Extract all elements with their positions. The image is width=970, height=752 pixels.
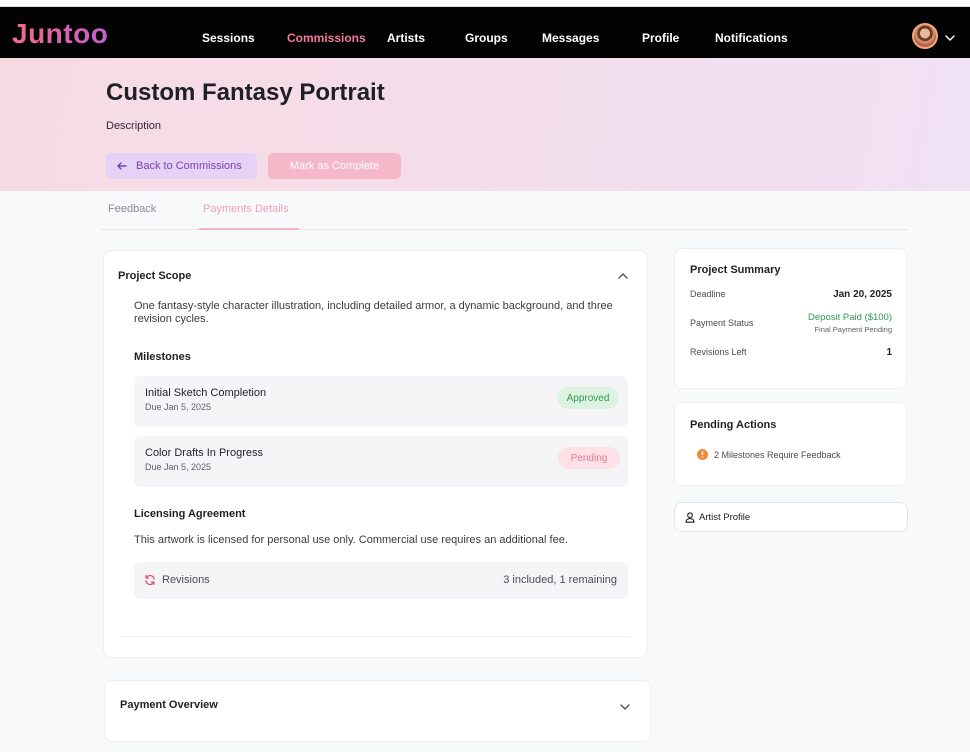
- brand-logo[interactable]: Juntoo: [12, 18, 108, 50]
- licensing-heading: Licensing Agreement: [134, 508, 246, 520]
- divider: [121, 636, 629, 637]
- mark-complete-button[interactable]: Mark as Complete: [268, 153, 401, 179]
- payment-overview-card[interactable]: Payment Overview: [104, 680, 651, 742]
- project-scope-card: Project Scope One fantasy-style characte…: [103, 250, 648, 658]
- pending-actions-card: Pending Actions 2 Milestones Require Fee…: [674, 402, 907, 486]
- payment-status-note: Final Payment Pending: [814, 325, 892, 334]
- arrow-left-icon: [117, 162, 127, 170]
- status-badge-pending: Pending: [558, 447, 620, 469]
- chevron-down-icon[interactable]: [944, 32, 956, 44]
- milestone-item[interactable]: Initial Sketch Completion Due Jan 5, 202…: [134, 376, 628, 427]
- artist-profile-label: Artist Profile: [699, 512, 751, 523]
- chevron-up-icon[interactable]: [617, 270, 629, 282]
- nav-messages[interactable]: Messages: [542, 31, 599, 45]
- nav-profile[interactable]: Profile: [642, 31, 679, 45]
- milestones-heading: Milestones: [134, 351, 191, 363]
- back-button-label: Back to Commissions: [136, 160, 242, 172]
- tab-payments-details[interactable]: Payments Details: [203, 203, 289, 215]
- nav-commissions[interactable]: Commissions: [287, 31, 366, 45]
- revisions-row: Revisions 3 included, 1 remaining: [134, 562, 628, 599]
- revisions-value: 3 included, 1 remaining: [503, 574, 617, 586]
- mark-complete-label: Mark as Complete: [289, 160, 380, 172]
- tab-feedback[interactable]: Feedback: [108, 203, 156, 215]
- project-summary-title: Project Summary: [690, 264, 781, 276]
- page-description: Description: [106, 120, 162, 132]
- project-summary-card: Project Summary Deadline Jan 20, 2025 Pa…: [674, 248, 907, 389]
- milestone-due: Due Jan 5, 2025: [145, 402, 212, 412]
- nav-notifications[interactable]: Notifications: [715, 31, 788, 45]
- refresh-icon: [145, 574, 155, 586]
- revisions-label: Revisions: [162, 574, 210, 586]
- back-to-commissions-button[interactable]: Back to Commissions: [106, 153, 257, 179]
- payment-overview-title: Payment Overview: [120, 699, 218, 711]
- milestone-name: Color Drafts In Progress: [145, 447, 263, 459]
- artist-profile-button[interactable]: Artist Profile: [674, 502, 908, 532]
- active-tab-indicator: [199, 228, 299, 230]
- nav-sessions[interactable]: Sessions: [202, 31, 255, 45]
- alert-circle-icon: [697, 449, 708, 460]
- window-top-strip: [0, 0, 970, 7]
- deadline-value: Jan 20, 2025: [833, 289, 892, 300]
- status-badge-approved: Approved: [557, 387, 619, 409]
- revisions-left-value: 1: [886, 347, 892, 358]
- nav-artists[interactable]: Artists: [387, 31, 425, 45]
- tab-bar: Feedback Payments Details: [101, 191, 908, 230]
- pending-actions-title: Pending Actions: [690, 419, 777, 431]
- project-scope-description: One fantasy-style character illustration…: [134, 300, 613, 325]
- deadline-label: Deadline: [690, 289, 726, 299]
- milestone-name: Initial Sketch Completion: [145, 387, 267, 399]
- pending-action-item[interactable]: 2 Milestones Require Feedback: [714, 450, 841, 460]
- payment-status-label: Payment Status: [690, 318, 754, 328]
- milestone-item[interactable]: Color Drafts In Progress Due Jan 5, 2025…: [134, 436, 628, 487]
- milestone-due: Due Jan 5, 2025: [145, 462, 212, 472]
- page-title: Custom Fantasy Portrait: [106, 79, 385, 106]
- revisions-left-label: Revisions Left: [690, 347, 747, 357]
- payment-status-value: Deposit Paid ($100): [808, 312, 892, 323]
- user-avatar[interactable]: [912, 23, 938, 49]
- user-icon: [685, 512, 695, 523]
- nav-groups[interactable]: Groups: [465, 31, 508, 45]
- top-navbar: Juntoo Sessions Commissions Artists Grou…: [0, 7, 970, 58]
- page-header: Custom Fantasy Portrait Description Back…: [0, 58, 970, 191]
- chevron-down-icon[interactable]: [619, 701, 631, 713]
- licensing-text: This artwork is licensed for personal us…: [134, 534, 568, 546]
- project-scope-title: Project Scope: [118, 270, 192, 282]
